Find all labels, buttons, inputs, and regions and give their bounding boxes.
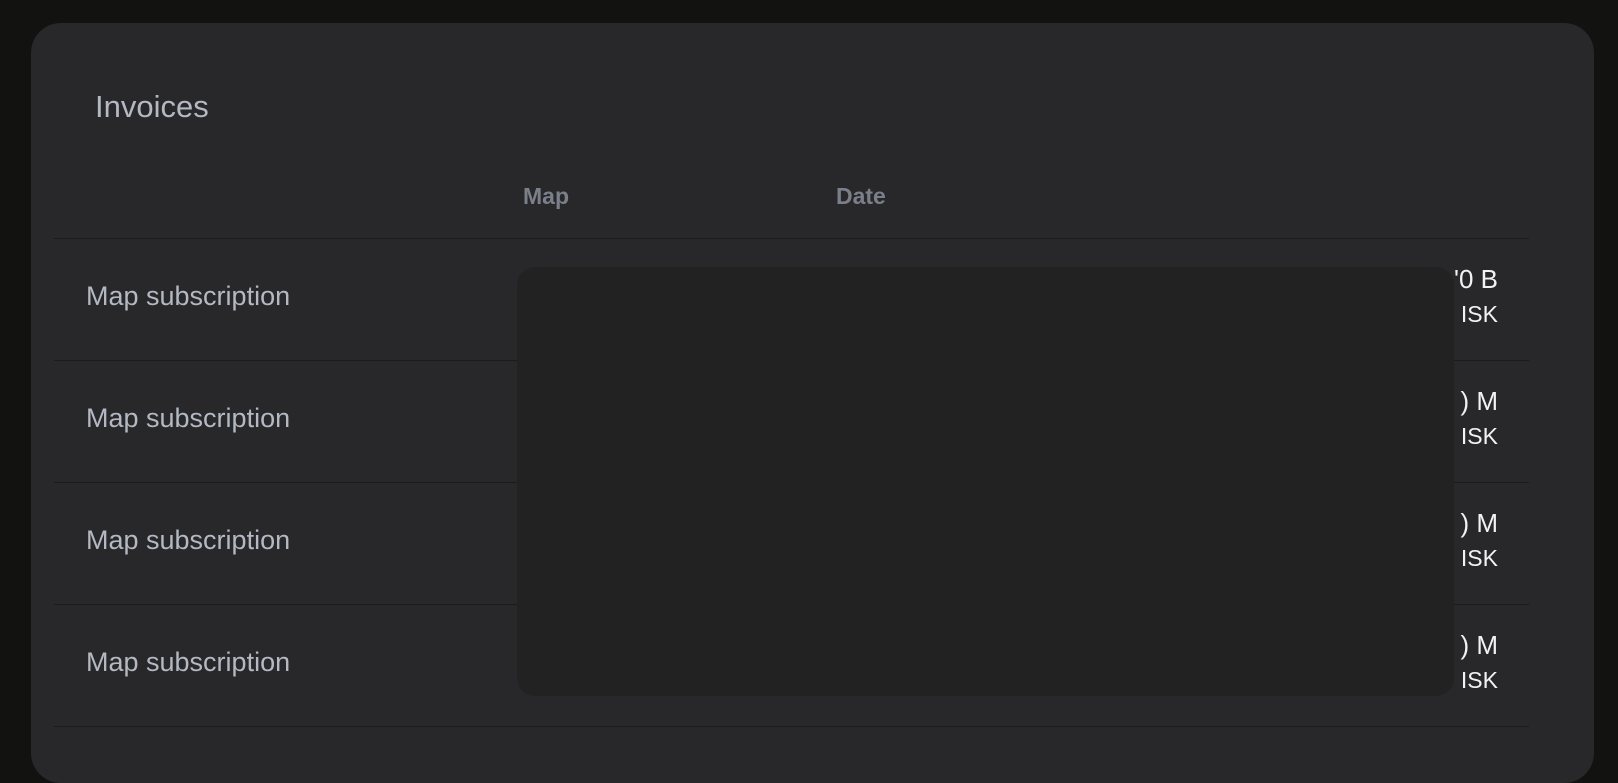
invoices-title: Invoices <box>95 89 209 124</box>
invoice-description: Map subscription <box>86 647 291 677</box>
invoice-description: Map subscription <box>86 403 291 433</box>
invoice-description: Map subscription <box>86 281 291 311</box>
invoice-amount: ) M <box>1460 386 1498 416</box>
invoice-currency: ISK <box>1460 545 1498 571</box>
invoice-description: Map subscription <box>86 525 291 555</box>
invoice-amount: ) M <box>1460 630 1498 660</box>
invoice-amount: '0 B <box>1454 264 1498 294</box>
invoice-currency: ISK <box>1460 667 1498 693</box>
column-header-date: Date <box>836 183 886 209</box>
table-header: Map Date <box>31 185 1594 215</box>
row-divider <box>54 726 1529 727</box>
invoice-currency: ISK <box>1460 301 1498 327</box>
invoice-currency: ISK <box>1460 423 1498 449</box>
column-header-map: Map <box>523 183 569 209</box>
redaction-overlay <box>517 267 1454 696</box>
invoice-amount: ) M <box>1460 508 1498 538</box>
